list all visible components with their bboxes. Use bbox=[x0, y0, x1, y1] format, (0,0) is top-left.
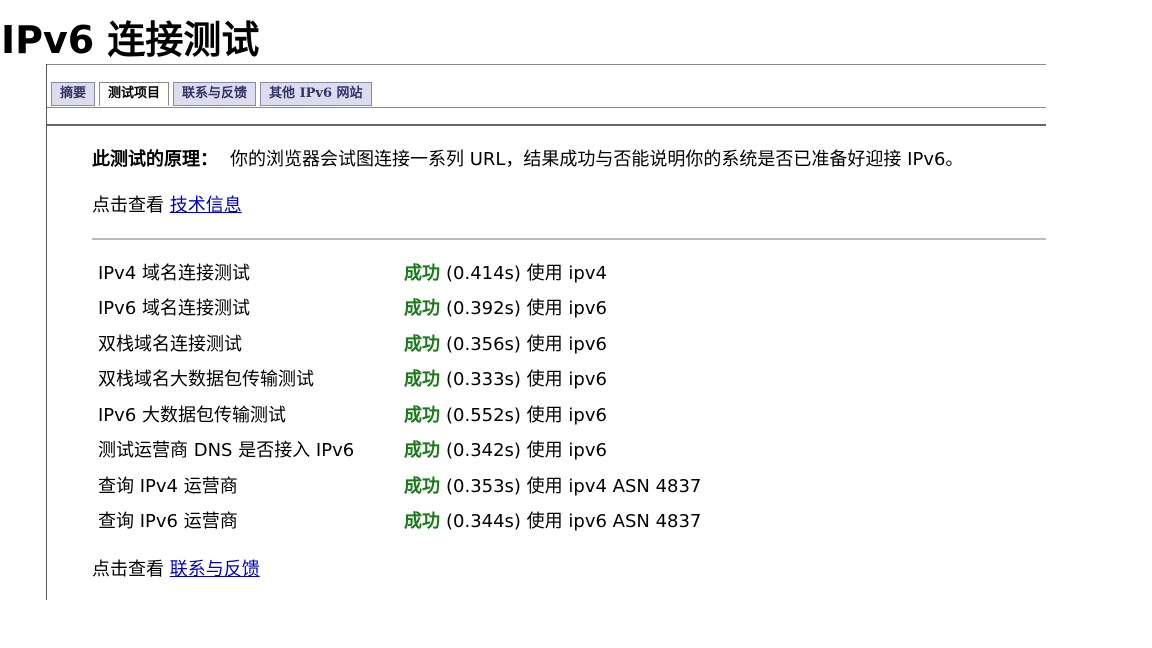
test-result: 成功 (0.414s) 使用 ipv4 bbox=[404, 254, 701, 290]
result-detail: (0.392s) 使用 ipv6 bbox=[446, 298, 607, 320]
section-divider bbox=[92, 238, 1046, 240]
test-name: IPv4 域名连接测试 bbox=[98, 262, 250, 284]
test-result: 成功 (0.356s) 使用 ipv6 bbox=[404, 325, 701, 361]
status-success: 成功 bbox=[404, 333, 440, 355]
tab-other-ipv6-sites[interactable]: 其他 IPv6 网站 bbox=[260, 82, 372, 106]
table-row: IPv4 域名连接测试 成功 (0.414s) 使用 ipv4 bbox=[98, 254, 701, 290]
test-result: 成功 (0.353s) 使用 ipv4 ASN 4837 bbox=[404, 467, 701, 503]
panel-top-border bbox=[47, 64, 1046, 65]
result-detail: (0.356s) 使用 ipv6 bbox=[446, 333, 607, 355]
main-panel: 摘要 测试项目 联系与反馈 其他 IPv6 网站 此测试的原理： 你的浏览器会试图… bbox=[46, 64, 1046, 600]
tech-info-line: 点击查看 技术信息 bbox=[92, 190, 1046, 222]
result-detail: (0.344s) 使用 ipv6 ASN 4837 bbox=[446, 511, 702, 533]
content-top-divider bbox=[47, 124, 1046, 126]
table-row: 测试运营商 DNS 是否接入 IPv6 成功 (0.342s) 使用 ipv6 bbox=[98, 432, 701, 468]
tech-info-prefix: 点击查看 bbox=[92, 195, 164, 216]
test-result: 成功 (0.552s) 使用 ipv6 bbox=[404, 396, 701, 432]
test-name: IPv6 域名连接测试 bbox=[98, 298, 250, 320]
tab-contact-feedback[interactable]: 联系与反馈 bbox=[173, 82, 257, 106]
table-row: 查询 IPv4 运营商 成功 (0.353s) 使用 ipv4 ASN 4837 bbox=[98, 467, 701, 503]
test-name: 查询 IPv4 运营商 bbox=[98, 475, 238, 497]
status-success: 成功 bbox=[404, 369, 440, 391]
status-success: 成功 bbox=[404, 511, 440, 533]
principle-line: 此测试的原理： 你的浏览器会试图连接一系列 URL，结果成功与否能说明你的系统是否… bbox=[92, 144, 1046, 176]
test-result: 成功 (0.342s) 使用 ipv6 bbox=[404, 432, 701, 468]
results-table: IPv4 域名连接测试 成功 (0.414s) 使用 ipv4 IPv6 域名连接… bbox=[98, 254, 701, 538]
status-success: 成功 bbox=[404, 440, 440, 462]
feedback-prefix: 点击查看 bbox=[92, 559, 164, 580]
test-name: 双栈域名连接测试 bbox=[98, 333, 242, 355]
test-result: 成功 (0.344s) 使用 ipv6 ASN 4837 bbox=[404, 503, 701, 539]
test-name: IPv6 大数据包传输测试 bbox=[98, 404, 286, 426]
test-result: 成功 (0.392s) 使用 ipv6 bbox=[404, 290, 701, 326]
table-row: 双栈域名连接测试 成功 (0.356s) 使用 ipv6 bbox=[98, 325, 701, 361]
tech-info-link[interactable]: 技术信息 bbox=[170, 195, 242, 216]
status-success: 成功 bbox=[404, 298, 440, 320]
page-title: IPv6 连接测试 bbox=[1, 18, 260, 62]
result-detail: (0.353s) 使用 ipv4 ASN 4837 bbox=[446, 475, 702, 497]
test-result: 成功 (0.333s) 使用 ipv6 bbox=[404, 361, 701, 397]
table-row: IPv6 大数据包传输测试 成功 (0.552s) 使用 ipv6 bbox=[98, 396, 701, 432]
test-content: 此测试的原理： 你的浏览器会试图连接一系列 URL，结果成功与否能说明你的系统是否… bbox=[92, 144, 1046, 580]
result-detail: (0.333s) 使用 ipv6 bbox=[446, 369, 607, 391]
tab-summary[interactable]: 摘要 bbox=[51, 82, 96, 106]
table-row: 双栈域名大数据包传输测试 成功 (0.333s) 使用 ipv6 bbox=[98, 361, 701, 397]
tab-bar: 摘要 测试项目 联系与反馈 其他 IPv6 网站 bbox=[51, 82, 372, 106]
status-success: 成功 bbox=[404, 475, 440, 497]
tab-bar-divider bbox=[47, 107, 1046, 108]
principle-text: 你的浏览器会试图连接一系列 URL，结果成功与否能说明你的系统是否已准备好迎接 … bbox=[230, 149, 964, 170]
status-success: 成功 bbox=[404, 262, 440, 284]
test-name: 双栈域名大数据包传输测试 bbox=[98, 369, 314, 391]
result-detail: (0.414s) 使用 ipv4 bbox=[446, 262, 607, 284]
table-row: 查询 IPv6 运营商 成功 (0.344s) 使用 ipv6 ASN 4837 bbox=[98, 503, 701, 539]
status-success: 成功 bbox=[404, 404, 440, 426]
feedback-link[interactable]: 联系与反馈 bbox=[170, 559, 260, 580]
result-detail: (0.342s) 使用 ipv6 bbox=[446, 440, 607, 462]
test-name: 查询 IPv6 运营商 bbox=[98, 511, 238, 533]
result-detail: (0.552s) 使用 ipv6 bbox=[446, 404, 607, 426]
table-row: IPv6 域名连接测试 成功 (0.392s) 使用 ipv6 bbox=[98, 290, 701, 326]
principle-label: 此测试的原理： bbox=[92, 149, 218, 170]
tab-test-items[interactable]: 测试项目 bbox=[99, 82, 170, 106]
test-name: 测试运营商 DNS 是否接入 IPv6 bbox=[98, 440, 355, 462]
feedback-line: 点击查看 联系与反馈 bbox=[92, 554, 260, 586]
